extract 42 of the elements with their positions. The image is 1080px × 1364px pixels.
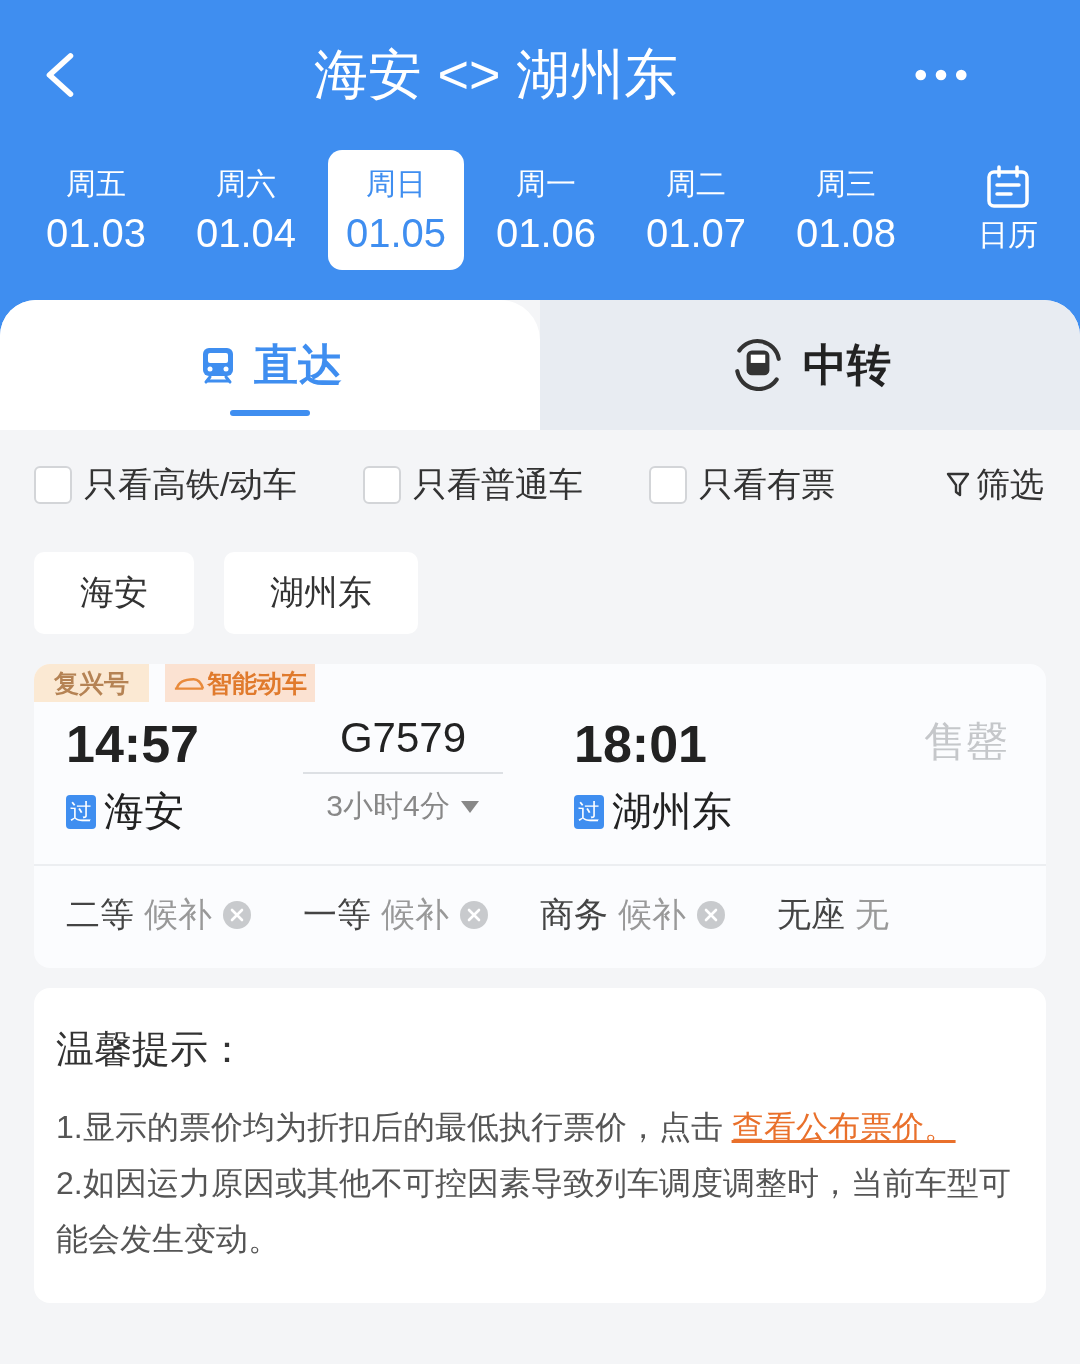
departure-time: 14:57 bbox=[66, 714, 200, 774]
seat-availability: 候补 bbox=[381, 894, 449, 935]
filter-button[interactable]: 筛选 bbox=[946, 462, 1044, 508]
calendar-button[interactable]: 日历 bbox=[964, 164, 1052, 256]
date-tab[interactable]: 周一 01.06 bbox=[478, 150, 614, 270]
filter-checkbox[interactable]: 只看高铁/动车 bbox=[34, 462, 298, 508]
price-link[interactable]: 查看公布票价。 bbox=[731, 1109, 956, 1145]
station-chip[interactable]: 湖州东 bbox=[224, 552, 418, 634]
funnel-icon bbox=[946, 471, 970, 499]
caret-icon bbox=[459, 799, 480, 814]
arrival-station: 湖州东 bbox=[612, 788, 732, 835]
date-tab[interactable]: 周二 01.07 bbox=[628, 150, 764, 270]
pass-badge: 过 bbox=[66, 794, 96, 829]
filter-checkbox[interactable]: 只看有票 bbox=[649, 462, 836, 508]
train-tag: 智能动车 bbox=[165, 664, 315, 702]
arrival-time: 18:01 bbox=[574, 714, 708, 774]
seat-availability: 候补 bbox=[144, 894, 212, 935]
calendar-icon bbox=[986, 164, 1030, 209]
station-chip[interactable]: 海安 bbox=[34, 552, 194, 634]
filter-checkbox[interactable]: 只看普通车 bbox=[363, 462, 584, 508]
date-tab[interactable]: 周三 01.08 bbox=[778, 150, 914, 270]
train-tag: 复兴号 bbox=[34, 664, 149, 702]
mode-tab[interactable]: 直达 bbox=[0, 300, 540, 430]
more-icon[interactable] bbox=[914, 68, 968, 82]
seat-availability: 候补 bbox=[618, 894, 686, 935]
route-title: 海安 <> 湖州东 bbox=[314, 42, 678, 106]
date-tab[interactable]: 周五 01.03 bbox=[28, 150, 164, 270]
departure-station: 海安 bbox=[104, 788, 184, 835]
train-number: G7579 bbox=[339, 714, 467, 762]
notice-text: 2.如因运力原因或其他不可控因素导致列车调度调整时，当前车型可能会发生变动。 bbox=[56, 1164, 1012, 1259]
seat-class: 一等 bbox=[303, 894, 371, 935]
seat-availability: 无 bbox=[855, 894, 889, 935]
duration-toggle[interactable]: 3小时4分 bbox=[326, 786, 480, 827]
pass-badge: 过 bbox=[574, 794, 604, 829]
notice-text: 1.显示的票价均为折扣后的最低执行票价，点击 查看公布票价。 bbox=[56, 1108, 957, 1147]
seat-class: 商务 bbox=[540, 894, 608, 935]
seat-class: 无座 bbox=[777, 894, 845, 935]
notice-title: 温馨提示： bbox=[56, 1027, 247, 1072]
date-tab[interactable]: 周六 01.04 bbox=[178, 150, 314, 270]
mode-tab[interactable]: 中转 bbox=[540, 300, 1080, 430]
date-tab[interactable]: 周日 01.05 bbox=[328, 150, 464, 270]
seat-class: 二等 bbox=[66, 894, 134, 935]
